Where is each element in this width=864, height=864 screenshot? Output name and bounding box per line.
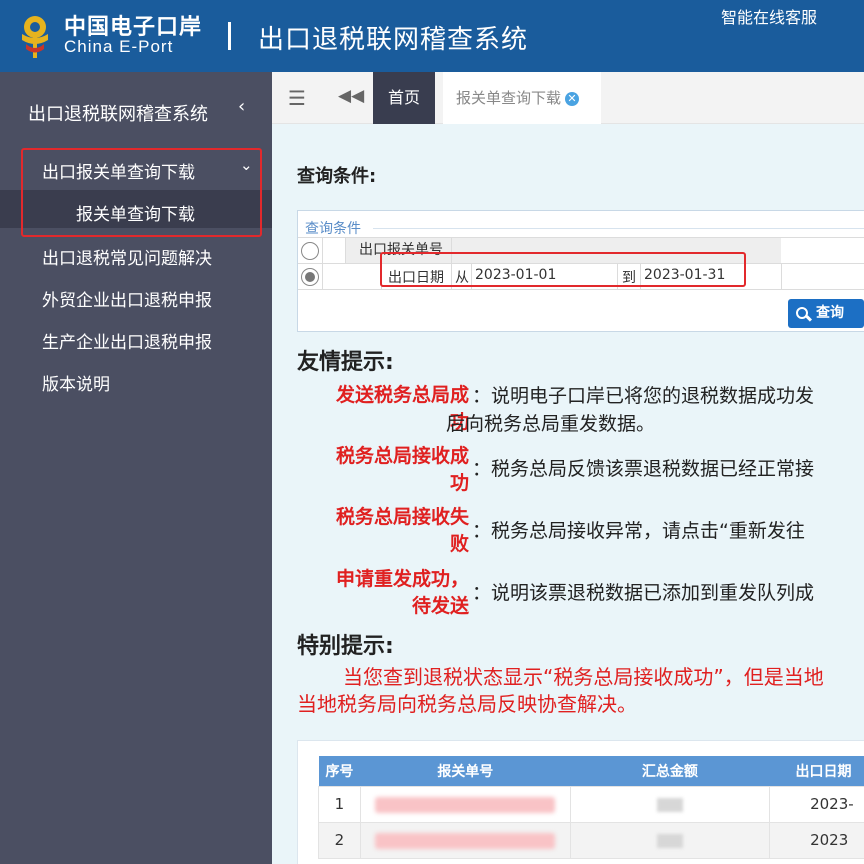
tip-description: ：说明该票退税数据已添加到重发队列成	[472, 582, 815, 604]
sidebar-item-trade-declaration[interactable]: 外贸企业出口退税申报	[42, 286, 212, 311]
tip-term-line: 待发送	[411, 595, 469, 617]
tip-term-line: 败	[449, 533, 469, 555]
header-divider	[228, 22, 231, 50]
query-panel: 查询条件 出口报关单号 出口日期 从 2023-01-01 到 2023-01-…	[297, 210, 864, 332]
tip-term: 申请重发成功， 待发送	[297, 566, 469, 620]
tip-term: 发送税务总局成 功	[297, 382, 469, 436]
special-text-line: 当您查到退税状态显示“税务总局接收成功”，但是当地	[343, 665, 824, 689]
tip-term-line: 税务总局接收成	[335, 445, 469, 467]
result-table: 序号 报关单号 汇总金额 出口日期 1 2023- 2 2023	[318, 756, 864, 859]
sidebar: 出口退税联网稽查系统 ‹ 出口报关单查询下载 ⌄ 报关单查询下载 出口退税常见问…	[0, 72, 272, 864]
tip-term: 税务总局接收失 败	[297, 504, 469, 558]
scroll-tabs-left-icon[interactable]: ◀◀	[338, 86, 364, 106]
total-amount-redacted	[569, 821, 771, 859]
online-support-link[interactable]: 智能在线客服	[721, 4, 817, 28]
tips-heading: 友情提示:	[297, 350, 394, 375]
tip-term-line: 功	[449, 411, 469, 433]
special-text: 当您查到退税状态显示“税务总局接收成功”，但是当地 当地税务局向税务总局反映协查…	[297, 664, 864, 718]
logo-text-en: China E-Port	[64, 37, 174, 56]
special-text-line: 当地税务局向税务总局反映协查解决。	[297, 692, 637, 716]
row-spacer	[322, 264, 345, 289]
row-index: 1	[318, 785, 361, 823]
tip-term: 税务总局接收成 功	[297, 443, 469, 497]
close-icon[interactable]: ✕	[565, 92, 580, 106]
sidebar-title: 出口退税联网稽查系统	[28, 104, 208, 125]
tip-description: ：税务总局反馈该票退税数据已经正常接	[472, 458, 815, 480]
column-header-export-date: 出口日期	[769, 756, 864, 786]
search-icon	[796, 307, 808, 319]
legend-divider	[373, 228, 864, 229]
row-end-cell	[781, 264, 864, 289]
radio-export-date[interactable]	[301, 268, 319, 286]
export-date-cell: 2023	[769, 821, 864, 859]
table-header-row: 序号 报关单号 汇总金额 出口日期	[318, 756, 864, 786]
query-button[interactable]: 查询	[788, 299, 864, 328]
export-date-cell: 2023-	[769, 785, 864, 823]
redacted-value	[656, 833, 683, 848]
row-spacer	[322, 238, 345, 263]
tip-term-line: 发送税务总局成	[335, 384, 469, 406]
highlight-box-sidebar	[21, 148, 262, 237]
declaration-number-redacted	[359, 821, 571, 859]
declaration-number-redacted	[359, 785, 571, 823]
tip-term-line: 申请重发成功，	[335, 568, 469, 590]
menu-toggle-icon[interactable]: ☰	[288, 86, 306, 110]
china-eport-emblem-icon	[22, 16, 48, 58]
query-heading: 查询条件:	[297, 166, 377, 187]
main-content: 查询条件: 查询条件 出口报关单号 出口日期 从 2023-01-01 到 20…	[272, 124, 864, 864]
highlight-box-date-range	[380, 252, 746, 287]
column-header-declaration-number: 报关单号	[360, 756, 571, 786]
tip-desc-line: 后向税务总局重发数据。	[446, 413, 656, 435]
row-index: 2	[318, 821, 361, 859]
tip-desc-line: ：说明电子口岸已将您的退税数据成功发	[472, 385, 815, 407]
tip-term-line: 功	[449, 472, 469, 494]
system-title: 出口退税联网稽查系统	[258, 25, 529, 55]
tip-description: ：税务总局接收异常，请点击“重新发往	[472, 520, 805, 542]
tab-label: 报关单查询下载	[456, 89, 562, 107]
column-header-total-amount: 汇总金额	[570, 756, 770, 786]
sidebar-item-production-declaration[interactable]: 生产企业出口退税申报	[42, 328, 212, 353]
redacted-value	[656, 797, 683, 812]
result-panel: 序号 报关单号 汇总金额 出口日期 1 2023- 2 2023	[297, 740, 864, 864]
table-row[interactable]: 2 2023	[318, 821, 864, 859]
special-heading: 特别提示:	[297, 634, 394, 659]
tab-home[interactable]: 首页	[373, 72, 435, 124]
tip-description: ：说明电子口岸已将您的退税数据成功发 后向税务总局重发数据。	[446, 382, 815, 438]
table-row[interactable]: 1 2023-	[318, 785, 864, 823]
sidebar-item-faq[interactable]: 出口退税常见问题解决	[42, 244, 212, 269]
radio-declaration-number[interactable]	[301, 242, 319, 260]
top-header: 中国电子口岸 China E-Port 出口退税联网稽查系统 智能在线客服	[0, 0, 864, 72]
tab-bar: ☰ ◀◀ 首页 报关单查询下载 ✕	[272, 72, 864, 124]
redacted-value	[375, 832, 556, 849]
sidebar-collapse-icon[interactable]: ‹	[238, 96, 245, 117]
tip-term-line: 税务总局接收失	[335, 506, 469, 528]
sidebar-item-version-notes[interactable]: 版本说明	[42, 370, 110, 395]
total-amount-redacted	[569, 785, 771, 823]
column-header-index: 序号	[318, 756, 361, 786]
tab-declaration-download[interactable]: 报关单查询下载 ✕	[443, 72, 601, 124]
query-button-label: 查询	[816, 305, 844, 321]
redacted-value	[375, 796, 556, 813]
query-legend: 查询条件	[305, 221, 361, 237]
